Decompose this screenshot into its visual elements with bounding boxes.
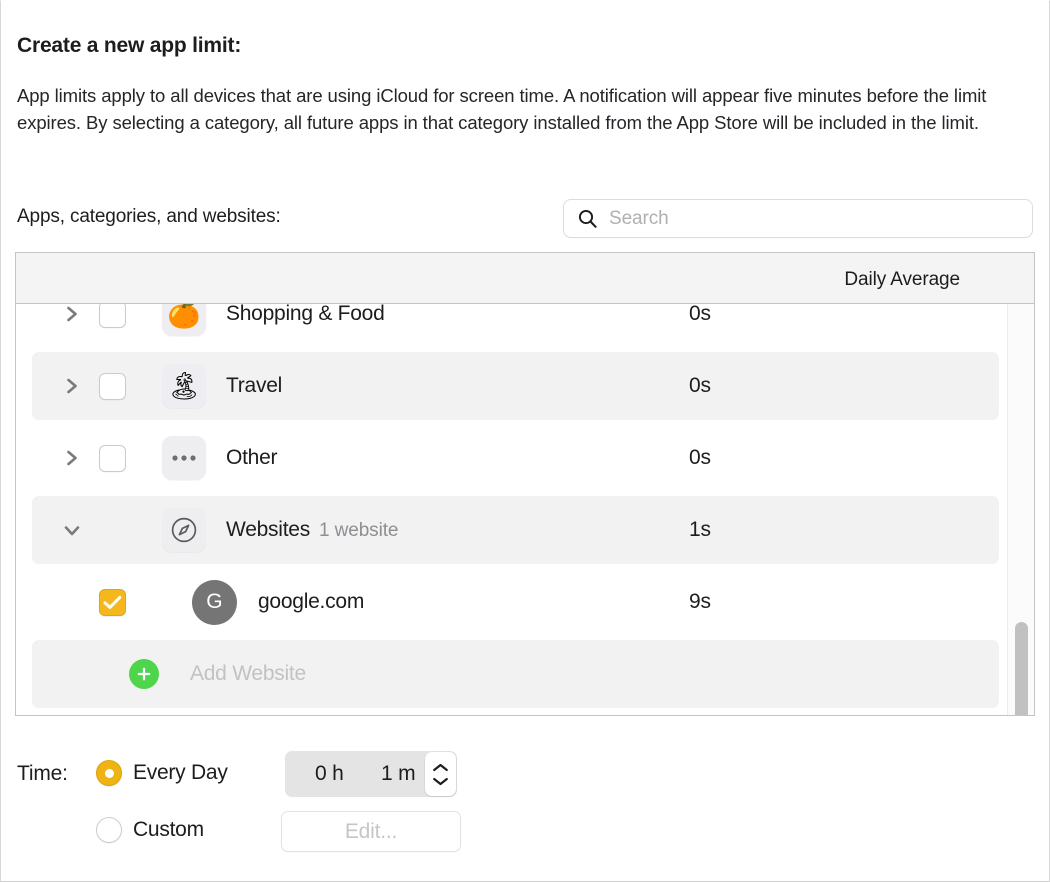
row-label: Shopping & Food [226, 304, 385, 325]
radio-every-day-label[interactable]: Every Day [133, 761, 228, 785]
disclosure-chevron-right-icon[interactable] [61, 304, 83, 325]
table-row[interactable]: Other 0s [16, 422, 1034, 494]
row-sublabel: 1 website [318, 520, 399, 541]
table-header-row: Daily Average [16, 253, 1034, 304]
radio-custom-label[interactable]: Custom [133, 818, 204, 842]
row-daily-average: 0s [689, 446, 711, 469]
table-body: 🍊 Shopping & Food 0s 🏝 Travel 0s Other 0… [16, 304, 1034, 715]
radio-custom[interactable] [96, 817, 122, 843]
travel-icon: 🏝 [162, 364, 206, 408]
icon-glyph: 🍊 [167, 304, 201, 329]
row-daily-average: 0s [689, 304, 711, 325]
row-checkbox[interactable] [99, 372, 126, 400]
avatar-initial: G [206, 590, 223, 613]
plus-circle-icon[interactable] [129, 659, 159, 689]
time-label: Time: [17, 762, 68, 785]
icon-glyph: 🏝 [166, 370, 202, 401]
shopping-food-icon: 🍊 [162, 304, 206, 336]
row-daily-average: 1s [689, 518, 711, 541]
row-label: Websites 1 website [226, 518, 398, 542]
row-checkbox[interactable] [99, 588, 126, 616]
table-rows-viewport: 🍊 Shopping & Food 0s 🏝 Travel 0s Other 0… [16, 304, 1034, 710]
stepper-decrement-icon[interactable] [432, 777, 449, 786]
row-label: Other [226, 446, 278, 469]
row-label: google.com [258, 590, 365, 613]
table-row[interactable]: 🏝 Travel 0s [16, 350, 1034, 422]
scrollbar-thumb[interactable] [1015, 622, 1028, 715]
duration-stepper[interactable]: 0 h 1 m [285, 751, 457, 797]
apps-categories-table: Daily Average 🍊 Shopping & Food 0s 🏝 Tra… [15, 252, 1035, 716]
column-header-daily-average: Daily Average [844, 269, 960, 290]
add-website-label: Add Website [190, 662, 306, 685]
radio-every-day[interactable] [96, 760, 122, 786]
row-daily-average: 0s [689, 374, 711, 397]
search-placeholder: Search [609, 207, 669, 229]
disclosure-chevron-right-icon[interactable] [61, 375, 83, 397]
edit-button[interactable]: Edit... [281, 811, 461, 852]
disclosure-chevron-down-icon[interactable] [61, 519, 83, 541]
compass-icon [162, 508, 206, 552]
app-limit-panel: Create a new app limit: App limits apply… [0, 0, 1050, 882]
table-row[interactable]: G google.com 9s [16, 566, 1034, 638]
description-text: App limits apply to all devices that are… [17, 85, 987, 133]
table-row[interactable]: Websites 1 website 1s [16, 494, 1034, 566]
picker-label: Apps, categories, and websites: [17, 206, 281, 227]
row-checkbox[interactable] [99, 304, 126, 328]
stepper-hours-value[interactable]: 0 h [315, 762, 344, 786]
stepper-arrows[interactable] [425, 752, 456, 796]
table-row[interactable]: 🍊 Shopping & Food 0s [16, 304, 1034, 350]
row-label-text: Websites [226, 518, 310, 541]
row-label: Travel [226, 374, 283, 397]
row-checkbox[interactable] [99, 444, 126, 472]
disclosure-chevron-right-icon[interactable] [61, 447, 83, 469]
page-title: Create a new app limit: [17, 34, 242, 57]
avatar: G [192, 579, 237, 625]
search-icon [578, 209, 597, 228]
stepper-minutes-value[interactable]: 1 m [381, 762, 416, 786]
row-daily-average: 9s [689, 590, 711, 613]
search-field[interactable]: Search [563, 199, 1033, 238]
add-website-row[interactable]: Add Website [16, 638, 1034, 710]
list-scrollbar[interactable] [1007, 304, 1034, 715]
stepper-increment-icon[interactable] [432, 763, 449, 772]
ellipsis-icon [162, 436, 206, 480]
